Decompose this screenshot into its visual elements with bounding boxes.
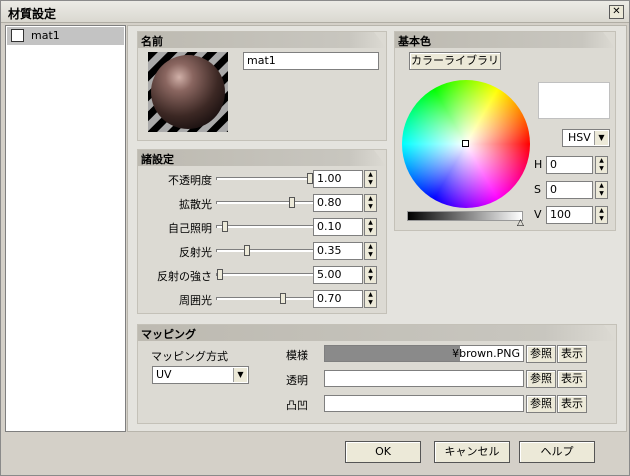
setting-label: 不透明度 bbox=[168, 174, 212, 187]
mapping-group: マッピング マッピング方式 UV ▼ 模様 ¥brown.PNG 参照 表示 透明 参照表… bbox=[137, 324, 617, 424]
setting-spinner[interactable]: ▲ ▼ bbox=[364, 242, 377, 260]
setting-label: 拡散光 bbox=[179, 198, 212, 211]
setting-spinner[interactable]: ▲ ▼ bbox=[364, 194, 377, 212]
settings-group-title: 諸設定 bbox=[141, 153, 174, 166]
setting-spinner[interactable]: ▲ ▼ bbox=[364, 266, 377, 284]
window-title: 材質設定 bbox=[8, 7, 57, 21]
color-library-button[interactable]: カラーライブラリ bbox=[409, 52, 501, 70]
setting-slider-track[interactable] bbox=[216, 201, 313, 204]
setting-slider-track[interactable] bbox=[216, 273, 313, 276]
h-spinner[interactable]: ▲ ▼ bbox=[595, 156, 608, 174]
browse-button[interactable]: 参照 bbox=[526, 370, 556, 388]
value-slider[interactable] bbox=[407, 211, 523, 221]
ok-button[interactable]: OK bbox=[345, 441, 421, 463]
setting-spinner[interactable]: ▲ ▼ bbox=[364, 170, 377, 188]
base-color-group-title: 基本色 bbox=[398, 35, 431, 48]
setting-slider-track[interactable] bbox=[216, 249, 313, 252]
setting-value-input[interactable]: 0.70 bbox=[313, 290, 363, 308]
material-list[interactable]: mat1 bbox=[5, 25, 126, 432]
mapping-method-label: マッピング方式 bbox=[151, 350, 228, 363]
texture-path-field[interactable]: ¥brown.PNG bbox=[324, 345, 524, 362]
name-group: 名前 mat1 bbox=[137, 31, 387, 141]
setting-slider-thumb[interactable] bbox=[244, 245, 250, 256]
material-properties-panel: 名前 mat1 諸設定 不透明度 1.00 ▲ ▼ 拡散光 0.80 ▲ ▼ 自… bbox=[127, 25, 627, 432]
v-label: V bbox=[534, 208, 542, 221]
setting-label: 周囲光 bbox=[179, 294, 212, 307]
settings-group: 諸設定 不透明度 1.00 ▲ ▼ 拡散光 0.80 ▲ ▼ 自己照明 0.10 ▲ ▼ 反射光 0.35… bbox=[137, 149, 387, 314]
mapping-group-title: マッピング bbox=[141, 328, 196, 341]
browse-button[interactable]: 参照 bbox=[526, 395, 556, 413]
name-group-header: 名前 bbox=[138, 32, 386, 48]
browse-button[interactable]: 参照 bbox=[526, 345, 556, 363]
mapping-group-header: マッピング bbox=[138, 325, 616, 341]
setting-value-input[interactable]: 5.00 bbox=[313, 266, 363, 284]
title-bar: 材質設定 ✕ bbox=[1, 1, 629, 23]
texture-path-field[interactable] bbox=[324, 395, 524, 412]
material-preview bbox=[148, 52, 228, 132]
material-settings-window: 材質設定 ✕ mat1 名前 mat1 諸設定 不透明度 1.00 ▲ ▼ 拡散… bbox=[0, 0, 630, 476]
h-input[interactable]: 0 bbox=[546, 156, 593, 174]
setting-slider-thumb[interactable] bbox=[289, 197, 295, 208]
material-list-item[interactable]: mat1 bbox=[7, 27, 124, 45]
setting-spinner[interactable]: ▲ ▼ bbox=[364, 290, 377, 308]
close-icon[interactable]: ✕ bbox=[609, 5, 624, 19]
h-label: H bbox=[534, 158, 543, 171]
setting-label: 反射光 bbox=[179, 246, 212, 259]
color-wheel-marker[interactable] bbox=[462, 140, 469, 147]
texture-path-field[interactable] bbox=[324, 370, 524, 387]
v-input[interactable]: 100 bbox=[546, 206, 593, 224]
mapping-row-label: 模様 bbox=[286, 349, 308, 362]
chevron-down-icon[interactable]: ▼ bbox=[233, 368, 247, 382]
base-color-group-header: 基本色 bbox=[395, 32, 615, 48]
setting-value-input[interactable]: 0.35 bbox=[313, 242, 363, 260]
texture-path-text: ¥brown.PNG bbox=[452, 347, 520, 360]
setting-slider-thumb[interactable] bbox=[280, 293, 286, 304]
show-button[interactable]: 表示 bbox=[557, 370, 587, 388]
setting-spinner[interactable]: ▲ ▼ bbox=[364, 218, 377, 236]
name-group-title: 名前 bbox=[141, 35, 163, 48]
cancel-button[interactable]: キャンセル bbox=[434, 441, 510, 463]
mapping-row-label: 透明 bbox=[286, 374, 308, 387]
mapping-method-select[interactable]: UV ▼ bbox=[152, 366, 249, 384]
setting-slider-thumb[interactable] bbox=[221, 221, 228, 232]
setting-label: 反射の強さ bbox=[157, 270, 212, 283]
setting-value-input[interactable]: 0.80 bbox=[313, 194, 363, 212]
setting-slider-thumb[interactable] bbox=[217, 269, 223, 280]
base-color-group: 基本色 カラーライブラリ △ HSV ▼ H 0 ▲ ▼ S 0 ▲ ▼ V 100… bbox=[394, 31, 616, 231]
setting-label: 自己照明 bbox=[168, 222, 212, 235]
show-button[interactable]: 表示 bbox=[557, 345, 587, 363]
show-button[interactable]: 表示 bbox=[557, 395, 587, 413]
setting-slider-track[interactable] bbox=[216, 225, 313, 228]
chevron-down-icon[interactable]: ▼ bbox=[594, 131, 608, 145]
s-label: S bbox=[534, 183, 541, 196]
help-button[interactable]: ヘルプ bbox=[519, 441, 595, 463]
setting-slider-track[interactable] bbox=[216, 177, 313, 180]
mapping-method-value: UV bbox=[156, 368, 172, 381]
material-name-input[interactable]: mat1 bbox=[243, 52, 379, 70]
setting-value-input[interactable]: 0.10 bbox=[313, 218, 363, 236]
s-spinner[interactable]: ▲ ▼ bbox=[595, 181, 608, 199]
color-swatch bbox=[538, 82, 610, 119]
color-mode-select[interactable]: HSV ▼ bbox=[562, 129, 610, 147]
color-wheel[interactable] bbox=[402, 80, 530, 208]
color-mode-value: HSV bbox=[568, 131, 591, 144]
v-spinner[interactable]: ▲ ▼ bbox=[595, 206, 608, 224]
material-name-label: mat1 bbox=[31, 29, 60, 42]
setting-slider-track[interactable] bbox=[216, 297, 313, 300]
settings-group-header: 諸設定 bbox=[138, 150, 386, 166]
value-slider-thumb-icon[interactable]: △ bbox=[517, 219, 524, 228]
mapping-row-label: 凸凹 bbox=[286, 399, 308, 412]
setting-value-input[interactable]: 1.00 bbox=[313, 170, 363, 188]
s-input[interactable]: 0 bbox=[546, 181, 593, 199]
material-checkbox[interactable] bbox=[11, 29, 24, 42]
